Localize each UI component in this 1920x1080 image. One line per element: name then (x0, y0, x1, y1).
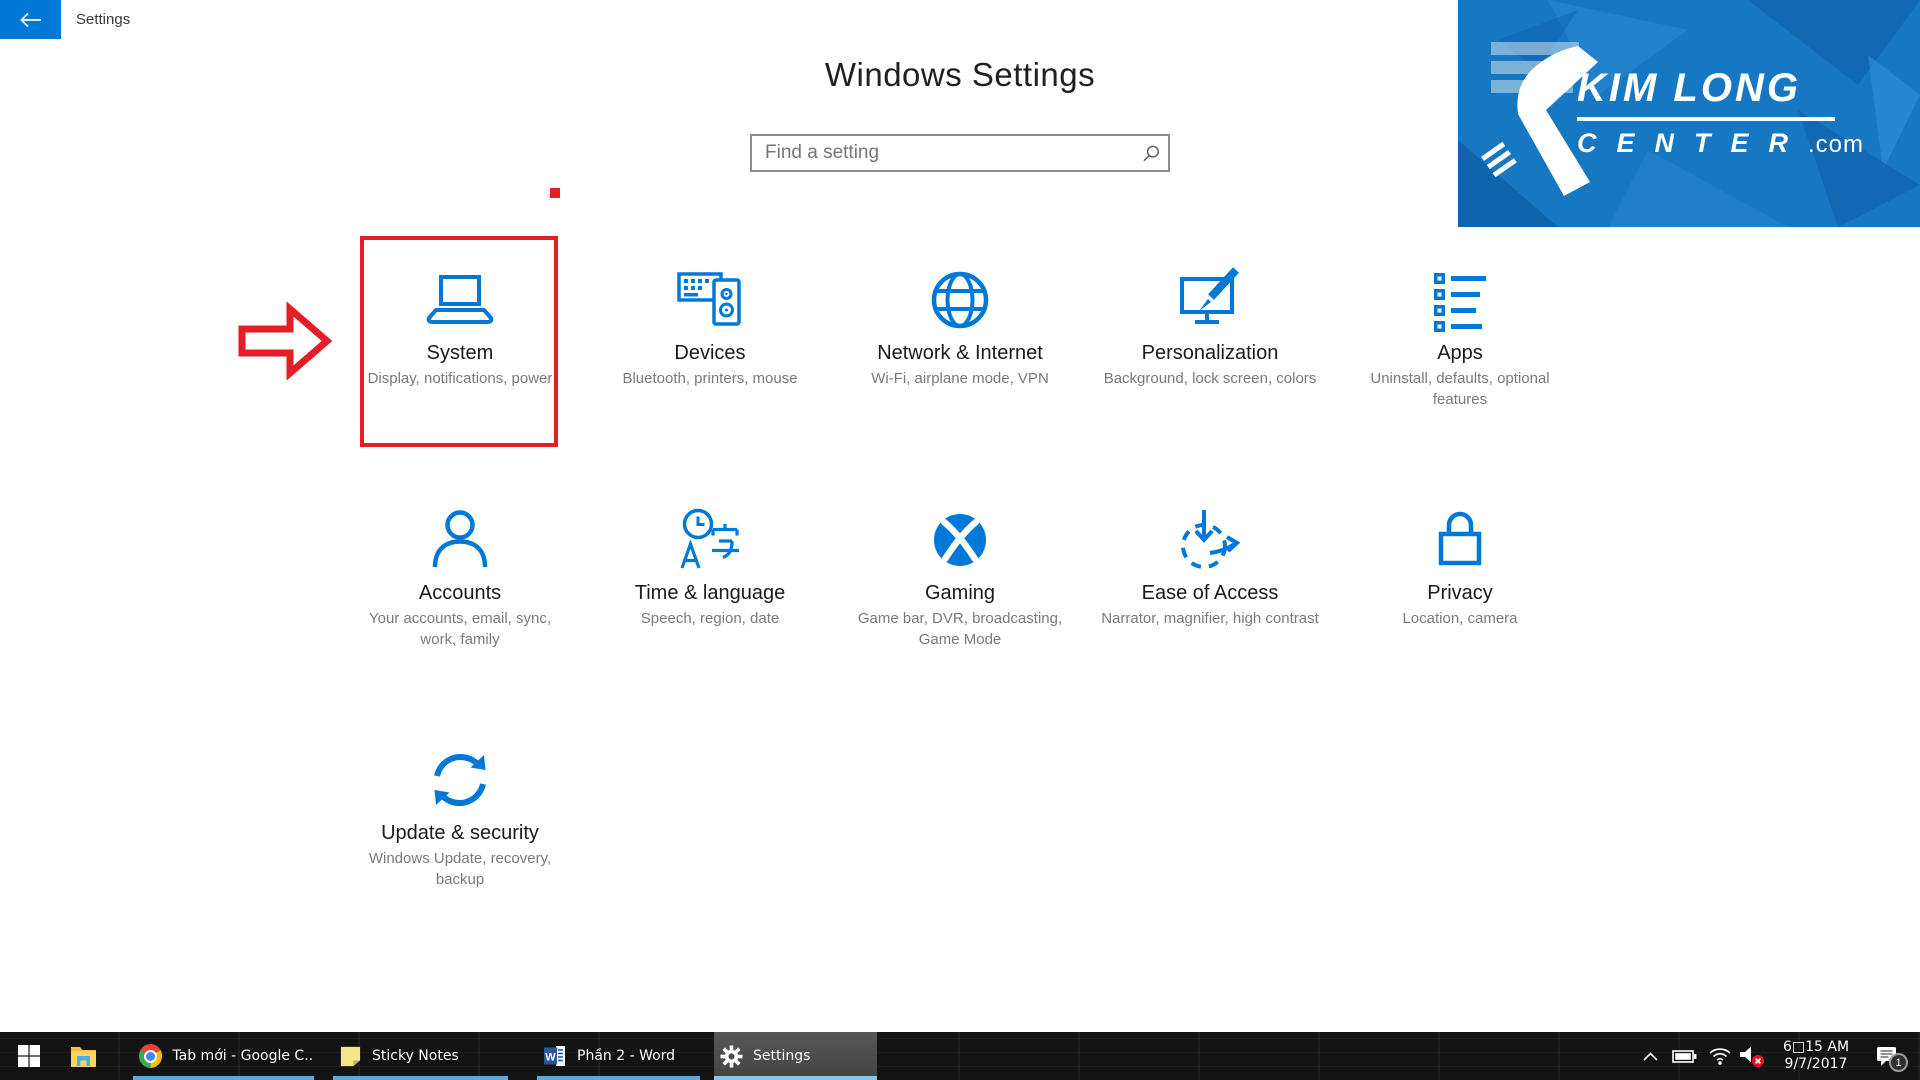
taskbar-item-sticky-notes[interactable]: Sticky Notes (333, 1032, 508, 1080)
tile-subtitle: Windows Update, recovery, backup (351, 848, 569, 890)
xbox-icon (924, 504, 996, 576)
tile-title: Time & language (635, 582, 785, 605)
tray-date: 9/7/2017 (1781, 1056, 1851, 1073)
tile-title: Apps (1437, 342, 1483, 365)
tile-subtitle: Bluetooth, printers, mouse (622, 368, 797, 389)
file-explorer-button[interactable] (58, 1032, 108, 1080)
monitor-brush-icon (1174, 264, 1246, 336)
brand-suffix-text: .com (1808, 131, 1864, 158)
tile-title: Ease of Access (1142, 582, 1279, 605)
taskbar-app-buttons: Tab mới - Google C... Sticky Notes (133, 1032, 877, 1080)
tile-title: Personalization (1142, 342, 1279, 365)
back-arrow-icon (20, 12, 42, 28)
taskbar-item-label: Settings (753, 1048, 810, 1064)
speaker-muted-icon (1739, 1044, 1766, 1068)
tile-subtitle: Game bar, DVR, broadcasting, Game Mode (851, 608, 1069, 650)
tray-battery-button[interactable] (1672, 1050, 1697, 1063)
tile-subtitle: Background, lock screen, colors (1104, 368, 1317, 389)
back-button[interactable] (0, 0, 61, 39)
kimlong-logo-icon (1466, 24, 1626, 204)
window-title: Settings (76, 11, 130, 28)
brand-divider (1577, 117, 1835, 121)
annotation-arrow-icon (236, 302, 334, 380)
tile-subtitle: Wi-Fi, airplane mode, VPN (871, 368, 1049, 389)
chevron-up-icon (1643, 1052, 1658, 1061)
keyboard-speaker-icon (674, 264, 746, 336)
watermark-banner: KIM LONG CENTER.com (1458, 0, 1920, 227)
taskbar-item-label: Sticky Notes (372, 1048, 459, 1064)
tile-gaming[interactable]: Gaming Game bar, DVR, broadcasting, Game… (835, 480, 1085, 720)
notification-badge: 1 (1889, 1053, 1908, 1072)
tile-network-internet[interactable]: Network & Internet Wi-Fi, airplane mode,… (835, 240, 1085, 480)
tile-apps[interactable]: Apps Uninstall, defaults, optional featu… (1335, 240, 1585, 480)
running-indicator-active (714, 1076, 877, 1080)
search-icon[interactable] (1134, 144, 1168, 163)
battery-icon (1672, 1050, 1697, 1063)
taskbar-item-chrome[interactable]: Tab mới - Google C... (133, 1032, 314, 1080)
tray-time: 6□15 AM (1781, 1039, 1851, 1056)
person-icon (424, 504, 496, 576)
taskbar-item-settings[interactable]: Settings (714, 1032, 877, 1080)
tile-title: Network & Internet (877, 342, 1043, 365)
sticky-notes-icon (339, 1045, 362, 1068)
tray-volume-button[interactable] (1739, 1044, 1766, 1068)
tile-devices[interactable]: Devices Bluetooth, printers, mouse (585, 240, 835, 480)
tile-ease-of-access[interactable]: Ease of Access Narrator, magnifier, high… (1085, 480, 1335, 720)
running-indicator (333, 1076, 508, 1080)
tile-title: Devices (674, 342, 745, 365)
app-list-icon (1424, 264, 1496, 336)
running-indicator (537, 1076, 700, 1080)
tile-privacy[interactable]: Privacy Location, camera (1335, 480, 1585, 720)
chrome-icon (139, 1044, 162, 1068)
tile-subtitle: Speech, region, date (641, 608, 779, 629)
tray-network-button[interactable] (1708, 1047, 1732, 1065)
tile-subtitle: Display, notifications, power (368, 368, 553, 389)
wifi-icon (1708, 1047, 1732, 1065)
settings-tile-grid: System Display, notifications, power (335, 240, 1585, 960)
tile-personalization[interactable]: Personalization Background, lock screen,… (1085, 240, 1335, 480)
tile-title: System (427, 342, 494, 365)
annotation-red-dot (550, 188, 560, 198)
tile-system[interactable]: System Display, notifications, power (335, 240, 585, 480)
action-center-button[interactable]: 1 (1875, 1044, 1900, 1068)
taskbar-item-word[interactable]: W Phần 2 - Word (537, 1032, 700, 1080)
ease-of-access-icon (1174, 504, 1246, 576)
taskbar: Tab mới - Google C... Sticky Notes (0, 1032, 1920, 1080)
sync-icon (424, 744, 496, 816)
folder-icon (70, 1045, 97, 1068)
tile-accounts[interactable]: Accounts Your accounts, email, sync, wor… (335, 480, 585, 720)
tile-subtitle: Location, camera (1402, 608, 1517, 629)
clock-language-icon (674, 504, 746, 576)
brand-name-top: KIM LONG (1577, 66, 1837, 111)
taskbar-item-label: Tab mới - Google C... (172, 1048, 314, 1064)
svg-text:W: W (545, 1052, 556, 1064)
tray-clock[interactable]: 6□15 AM 9/7/2017 (1781, 1039, 1851, 1073)
word-icon: W (543, 1044, 567, 1068)
windows-settings-screen: Settings Windows Settings System Display… (0, 0, 1920, 1080)
system-tray: 6□15 AM 9/7/2017 1 (1643, 1032, 1920, 1080)
brand-name-bottom: CENTER.com (1577, 128, 1864, 159)
brand-center-text: CENTER (1577, 128, 1808, 158)
tile-time-language[interactable]: Time & language Speech, region, date (585, 480, 835, 720)
gear-icon (720, 1045, 743, 1068)
tile-title: Privacy (1427, 582, 1493, 605)
globe-icon (924, 264, 996, 336)
tray-chevron-button[interactable] (1643, 1052, 1658, 1061)
running-indicator (133, 1076, 314, 1080)
tile-subtitle: Your accounts, email, sync, work, family (351, 608, 569, 650)
tile-update-security[interactable]: Update & security Windows Update, recove… (335, 720, 585, 960)
windows-logo-icon (17, 1044, 41, 1068)
search-box[interactable] (750, 134, 1170, 172)
tile-title: Gaming (925, 582, 995, 605)
tile-title: Accounts (419, 582, 501, 605)
tile-title: Update & security (381, 822, 539, 845)
tile-subtitle: Uninstall, defaults, optional features (1351, 368, 1569, 410)
taskbar-item-label: Phần 2 - Word (577, 1048, 675, 1064)
start-button[interactable] (0, 1032, 58, 1080)
tile-subtitle: Narrator, magnifier, high contrast (1101, 608, 1319, 629)
lock-icon (1424, 504, 1496, 576)
search-input[interactable] (752, 142, 1134, 164)
laptop-icon (424, 264, 496, 336)
